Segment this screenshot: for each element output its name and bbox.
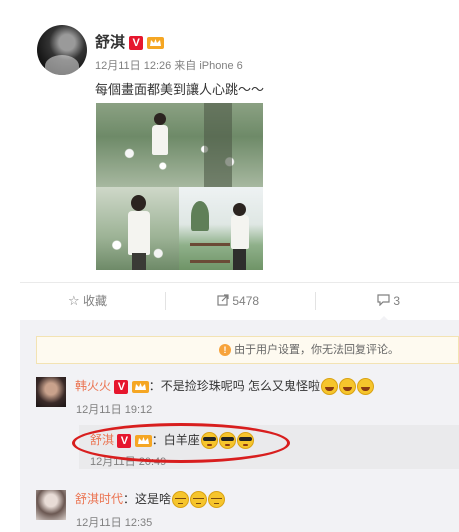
comment-time: 12月11日 12:35 xyxy=(76,517,153,529)
figure-legs xyxy=(233,249,246,270)
comment-2: 舒淇时代：这是啥 xyxy=(75,490,226,509)
photo-panel-bottom-left xyxy=(96,187,179,270)
comment-text: ：不是捡珍珠呢吗 怎么又鬼怪啦 xyxy=(148,379,321,393)
post-text: 每個畫面都美到讓人心跳～～ xyxy=(95,82,265,97)
repost-button[interactable]: 5478 xyxy=(217,283,259,319)
verified-badge-icon: V xyxy=(114,379,129,394)
commenter-name[interactable]: 舒淇时代 xyxy=(75,492,123,506)
comment-count: 3 xyxy=(393,294,401,308)
repost-icon xyxy=(217,294,229,306)
figure-shape xyxy=(231,215,249,249)
photo-panel-top xyxy=(96,103,263,187)
divider xyxy=(315,292,316,310)
comment-text: ：这是啥 xyxy=(123,492,172,506)
commenter-name[interactable]: 韩火火 xyxy=(75,379,111,393)
figure-shape xyxy=(128,211,150,255)
vip-crown-icon xyxy=(147,37,165,50)
laugh-emoji-icon xyxy=(339,378,357,396)
post-meta: 12月11日 12:26 来自 iPhone 6 xyxy=(95,60,243,72)
commenter-avatar[interactable] xyxy=(36,377,66,407)
verified-badge-icon: V xyxy=(129,36,144,51)
warning-icon: ! xyxy=(219,344,231,357)
favorite-button[interactable]: ☆ 收藏 xyxy=(68,283,107,319)
figure-head xyxy=(233,203,246,216)
laugh-emoji-icon xyxy=(357,378,375,396)
comment-1: 韩火火 V ：不是捡珍珠呢吗 怎么又鬼怪啦 xyxy=(75,377,375,396)
figure-head xyxy=(154,113,166,125)
post-author-name[interactable]: 舒淇 xyxy=(95,34,125,51)
post-author-row: 舒淇 V xyxy=(95,31,165,52)
author-avatar[interactable] xyxy=(37,25,87,75)
shy-emoji-icon xyxy=(172,491,190,509)
door-shape xyxy=(204,103,232,187)
shy-emoji-icon xyxy=(208,491,226,509)
comment-icon xyxy=(377,294,390,307)
repost-count: 5478 xyxy=(232,294,260,308)
comment-button[interactable]: 3 xyxy=(377,283,400,319)
figure-head xyxy=(131,195,146,211)
favorite-label: 收藏 xyxy=(83,294,108,308)
shy-emoji-icon xyxy=(190,491,208,509)
reply-restriction-notice: ! 由于用户设置，你无法回复评论。 xyxy=(36,336,459,364)
post-photo[interactable] xyxy=(96,103,263,270)
commenter-avatar[interactable] xyxy=(36,490,66,520)
divider xyxy=(165,292,166,310)
star-icon: ☆ xyxy=(68,293,80,308)
figure-shape xyxy=(152,125,168,155)
action-bar: ☆ 收藏 5478 3 xyxy=(20,282,459,319)
notice-text: 由于用户设置，你无法回复评论。 xyxy=(234,344,400,356)
laugh-emoji-icon xyxy=(321,378,339,396)
bench-shape xyxy=(190,243,230,263)
figure-legs xyxy=(132,253,146,270)
tree-shape xyxy=(191,201,209,231)
vip-crown-icon xyxy=(131,380,149,393)
comment-time: 12月11日 19:12 xyxy=(76,404,153,416)
annotation-circle xyxy=(72,423,290,463)
